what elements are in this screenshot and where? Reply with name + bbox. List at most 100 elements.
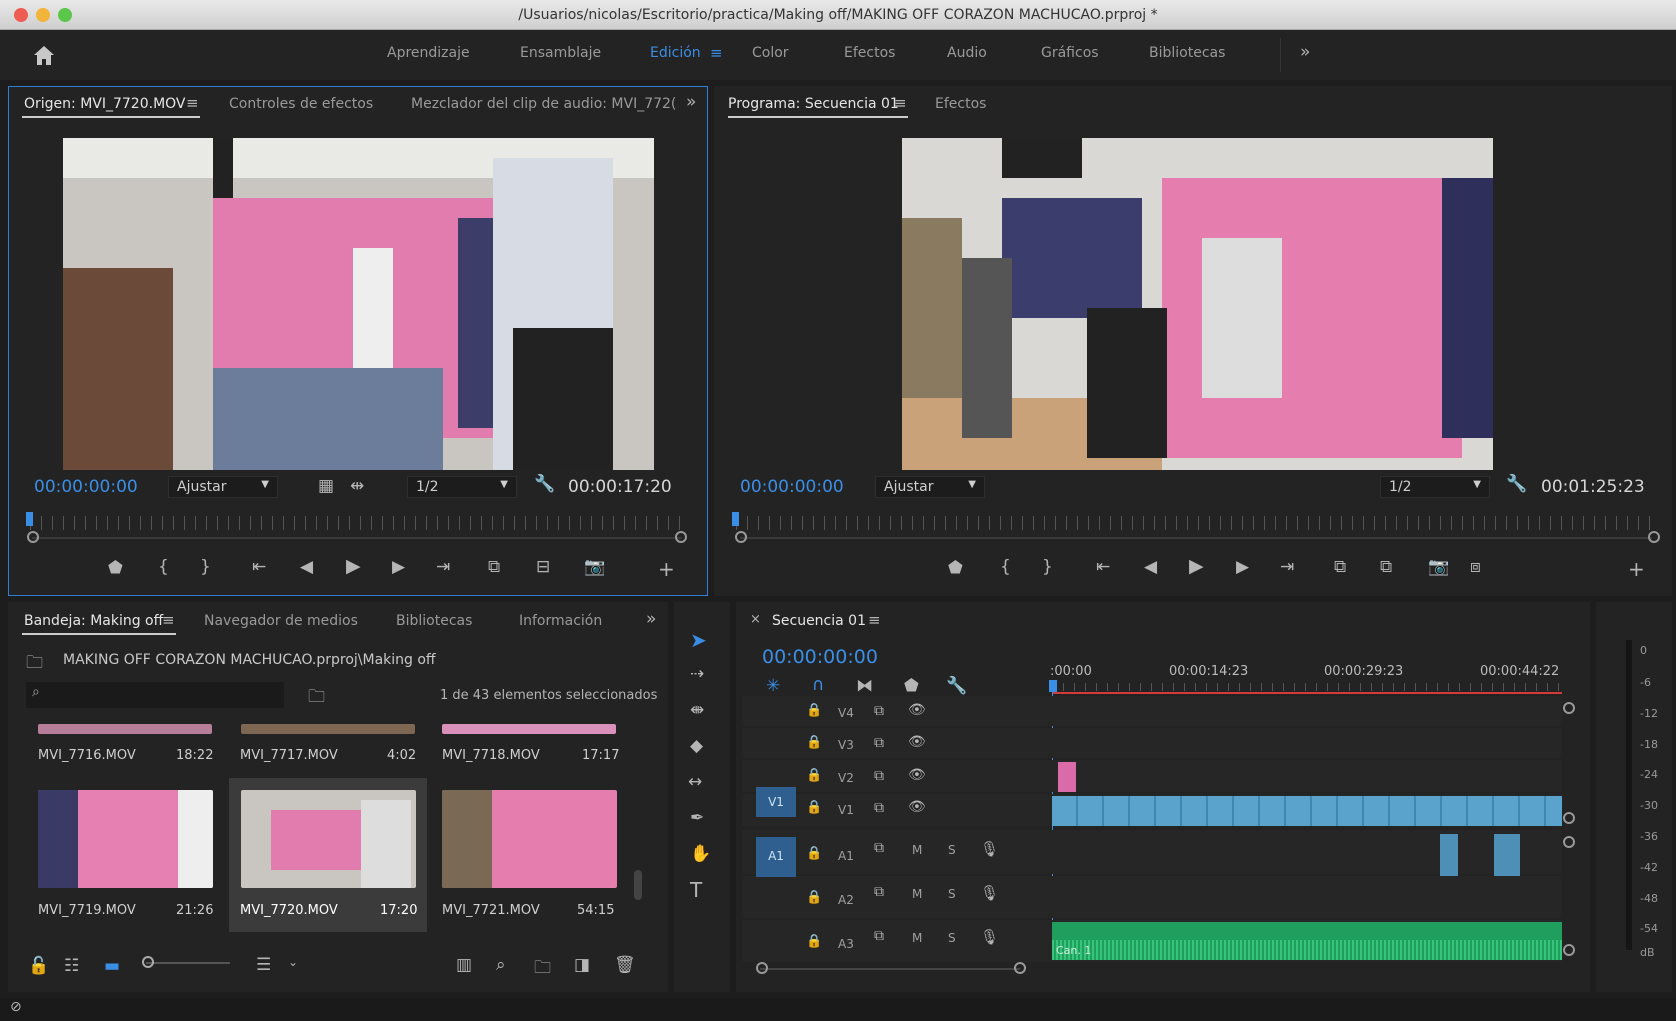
eye-icon[interactable]: 👁: [908, 799, 926, 815]
source-patch-v1[interactable]: V1: [756, 787, 796, 817]
workspace-audio[interactable]: Audio: [947, 45, 987, 61]
tab-sequence[interactable]: Secuencia 01: [772, 613, 866, 629]
clip-name[interactable]: MVI_7717.MOV: [240, 748, 338, 763]
clip-thumbnail[interactable]: [38, 790, 213, 888]
audio-clip[interactable]: [1440, 834, 1458, 876]
pen-tool-icon[interactable]: ✒: [690, 808, 704, 828]
mute-button[interactable]: M: [912, 931, 922, 945]
background-tasks-icon[interactable]: ⊘: [10, 999, 22, 1015]
sync-lock-icon[interactable]: ⧉: [874, 840, 884, 856]
lift-icon[interactable]: ⧉: [1334, 557, 1346, 577]
lock-icon[interactable]: 🔒: [806, 703, 822, 718]
mark-out-icon[interactable]: }: [1042, 557, 1053, 577]
timeline-zoom-bar[interactable]: [760, 968, 1020, 970]
workspace-ensamblaje[interactable]: Ensamblaje: [520, 45, 601, 61]
timeline-timecode[interactable]: 00:00:00:00: [762, 646, 878, 668]
tab-info[interactable]: Información: [519, 613, 602, 629]
go-to-out-icon[interactable]: ⇥: [1280, 557, 1294, 577]
workspace-color[interactable]: Color: [752, 45, 789, 61]
step-back-icon[interactable]: ◀: [1144, 557, 1157, 577]
track-label[interactable]: V1: [838, 803, 854, 817]
compare-view-icon[interactable]: ⧈: [1470, 557, 1481, 577]
razor-tool-icon[interactable]: ◆: [690, 736, 703, 756]
mark-in-icon[interactable]: {: [1000, 557, 1011, 577]
a3-audio-clip[interactable]: Can. 1: [1052, 922, 1562, 960]
workspace-menu-icon[interactable]: ≡: [710, 44, 723, 62]
nest-icon[interactable]: ✳: [766, 676, 780, 696]
add-marker-icon[interactable]: ⬟: [108, 558, 123, 578]
add-button-icon[interactable]: +: [658, 557, 675, 581]
tab-audio-clip-mixer[interactable]: Mezclador del clip de audio: MVI_772(: [411, 96, 676, 112]
solo-button[interactable]: S: [948, 843, 956, 857]
workspace-aprendizaje[interactable]: Aprendizaje: [387, 45, 470, 61]
add-marker-icon[interactable]: ⬟: [904, 676, 919, 696]
export-frame-icon[interactable]: 📷: [1428, 557, 1449, 577]
clip-name[interactable]: MVI_7719.MOV: [38, 903, 136, 918]
pink-clip[interactable]: [1058, 762, 1076, 792]
linked-selection-icon[interactable]: ⧓: [856, 676, 873, 696]
v1-clips[interactable]: [1052, 796, 1562, 826]
home-icon[interactable]: [32, 44, 56, 66]
lock-icon[interactable]: 🔒: [806, 890, 822, 905]
lock-icon[interactable]: 🔓: [28, 956, 49, 976]
sync-lock-icon[interactable]: ⧉: [874, 928, 884, 944]
project-search-input[interactable]: ⌕: [26, 682, 284, 708]
microphone-icon[interactable]: 🎙: [980, 928, 999, 946]
step-forward-icon[interactable]: ▶: [392, 557, 405, 577]
clip-name[interactable]: MVI_7721.MOV: [442, 903, 540, 918]
program-menu-icon[interactable]: ≡: [894, 94, 907, 112]
solo-button[interactable]: S: [948, 887, 956, 901]
lock-icon[interactable]: 🔒: [806, 846, 822, 861]
chevron-down-icon[interactable]: ⌄: [288, 955, 298, 969]
program-resolution-dropdown[interactable]: 1/2 ▼: [1380, 476, 1490, 498]
list-view-icon[interactable]: ☷: [64, 956, 79, 976]
new-search-bin-icon[interactable]: 🗀: [308, 684, 325, 713]
export-frame-icon[interactable]: 📷: [584, 557, 605, 577]
source-zoom-bar[interactable]: [32, 537, 682, 539]
slip-tool-icon[interactable]: ↔: [688, 772, 702, 792]
close-tab-icon[interactable]: ×: [750, 612, 761, 627]
sync-lock-icon[interactable]: ⧉: [874, 768, 884, 784]
play-icon[interactable]: ▶: [346, 555, 361, 577]
source-timecode[interactable]: 00:00:00:00: [34, 477, 138, 497]
bin-up-icon[interactable]: 🗀: [26, 650, 43, 679]
timeline-playhead[interactable]: [1049, 680, 1057, 692]
track-label[interactable]: V3: [838, 738, 854, 752]
timeline-ruler[interactable]: [1052, 683, 1562, 691]
microphone-icon[interactable]: 🎙: [980, 840, 999, 858]
tab-effect-controls[interactable]: Controles de efectos: [229, 96, 373, 112]
overwrite-icon[interactable]: ⊟: [536, 557, 550, 577]
play-icon[interactable]: ▶: [1189, 555, 1204, 577]
project-menu-icon[interactable]: ≡: [162, 611, 175, 629]
tab-source[interactable]: Origen: MVI_7720.MOV: [24, 96, 186, 112]
lock-icon[interactable]: 🔒: [806, 735, 822, 750]
new-item-icon[interactable]: ◨: [574, 955, 590, 975]
tab-program[interactable]: Programa: Secuencia 01: [728, 96, 899, 112]
microphone-icon[interactable]: 🎙: [980, 884, 999, 902]
zoom-slider[interactable]: [146, 962, 230, 964]
eye-icon[interactable]: 👁: [908, 767, 926, 783]
mark-in-icon[interactable]: {: [158, 557, 169, 577]
track-label[interactable]: V2: [838, 771, 854, 785]
program-zoom-bar[interactable]: [740, 537, 1652, 539]
workspace-edicion[interactable]: Edición: [650, 45, 701, 61]
hand-tool-icon[interactable]: ✋: [690, 844, 711, 864]
audio-clip[interactable]: [1494, 834, 1520, 876]
ripple-edit-tool-icon[interactable]: ⇼: [690, 700, 704, 720]
sort-icon[interactable]: ☰: [256, 955, 271, 975]
lock-icon[interactable]: 🔒: [806, 934, 822, 949]
drag-audio-icon[interactable]: ⇹: [350, 476, 364, 496]
add-marker-icon[interactable]: ⬟: [948, 558, 963, 578]
mark-out-icon[interactable]: }: [200, 557, 211, 577]
clip-name[interactable]: MVI_7720.MOV: [240, 903, 338, 918]
icon-view-icon[interactable]: ▬: [104, 956, 120, 976]
track-label[interactable]: A2: [838, 893, 854, 907]
tab-libraries[interactable]: Bibliotecas: [396, 613, 472, 629]
project-more-icon[interactable]: »: [646, 609, 656, 629]
sync-lock-icon[interactable]: ⧉: [874, 884, 884, 900]
project-scrollbar[interactable]: [634, 870, 642, 900]
workspace-efectos[interactable]: Efectos: [844, 45, 895, 61]
more-workspaces-icon[interactable]: »: [1300, 42, 1310, 62]
settings-wrench-icon[interactable]: 🔧: [534, 474, 555, 494]
lock-icon[interactable]: 🔒: [806, 800, 822, 815]
